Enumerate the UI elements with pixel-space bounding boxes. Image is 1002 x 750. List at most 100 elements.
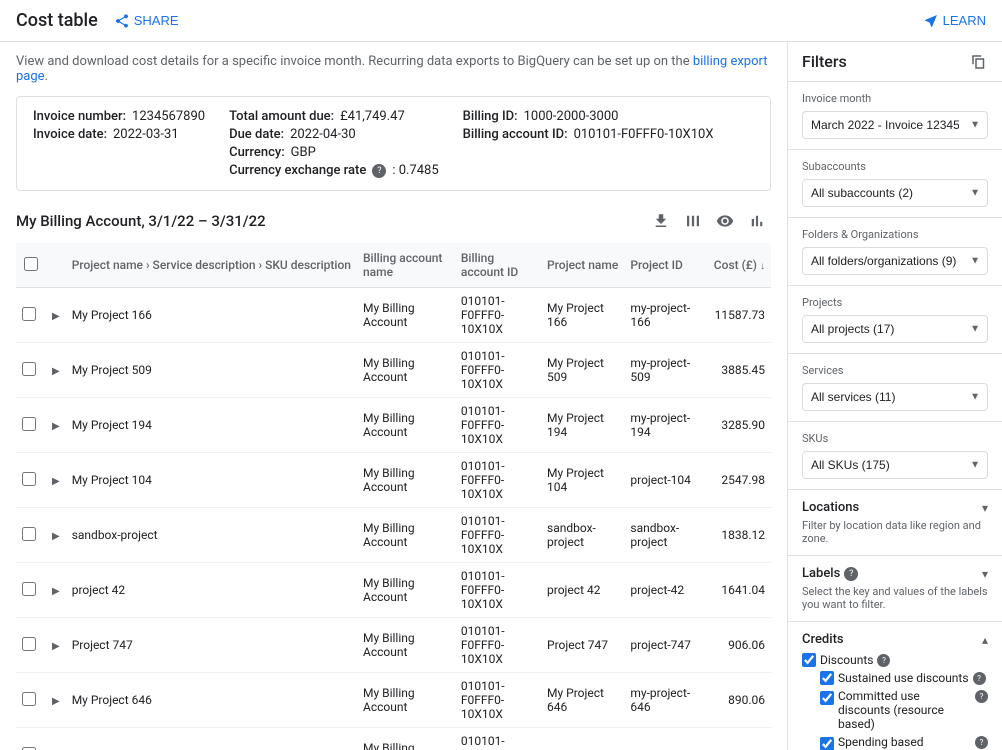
subaccounts-select[interactable]: All subaccounts (2) — [802, 179, 988, 207]
currency-label: Currency: — [229, 145, 285, 160]
committed-use-label: Committed use discounts (resource based) — [838, 689, 971, 731]
collapse-panel-icon — [970, 53, 988, 71]
invoice-col-2: Total amount due: £41,749.47 Due date: 2… — [229, 109, 439, 178]
rate-value: : 0.7485 — [392, 163, 438, 178]
spending-based-help-icon[interactable]: ? — [975, 736, 988, 749]
committed-use-row: Committed use discounts (resource based)… — [820, 689, 988, 731]
row-checkbox-cell — [16, 673, 46, 728]
invoice-month-select[interactable]: March 2022 - Invoice 1234567890 — [802, 111, 988, 139]
row-expand-cell: ▶ — [46, 618, 66, 673]
share-button[interactable]: SHARE — [114, 13, 179, 29]
row-checkbox[interactable] — [22, 472, 36, 486]
rate-help-icon[interactable]: ? — [372, 164, 386, 178]
discounts-help-icon[interactable]: ? — [877, 654, 890, 667]
row-billing-account-name: My Billing Account — [357, 563, 455, 618]
row-project-id: project-747 — [624, 618, 707, 673]
due-date-value: 2022-04-30 — [290, 127, 356, 142]
locations-desc: Filter by location data like region and … — [802, 519, 988, 545]
table-row: ▶ Project 747 My Billing Account 010101-… — [16, 618, 771, 673]
expand-arrow-icon[interactable]: ▶ — [52, 531, 60, 542]
credits-label: Credits — [802, 632, 844, 647]
row-checkbox[interactable] — [22, 582, 36, 596]
row-checkbox[interactable] — [22, 692, 36, 706]
invoice-date-label: Invoice date: — [33, 127, 107, 142]
committed-use-checkbox[interactable] — [820, 691, 834, 705]
col-project-name: Project name — [541, 243, 624, 288]
col-billing-account-name: Billing account name — [357, 243, 455, 288]
data-table: Project name › Service description › SKU… — [16, 243, 771, 750]
row-project-name: project 42 — [541, 563, 624, 618]
row-expand-cell: ▶ — [46, 398, 66, 453]
services-filter: Services All services (11) ▼ — [788, 354, 1002, 422]
filters-collapse-button[interactable] — [970, 53, 988, 71]
row-project-name: dev project — [541, 728, 624, 750]
invoice-number-value: 1234567890 — [132, 109, 205, 124]
chart-icon — [748, 212, 766, 230]
locations-collapse-button[interactable]: ▾ — [982, 501, 988, 515]
sustained-use-checkbox[interactable] — [820, 671, 834, 685]
page-title: Cost table — [16, 10, 98, 31]
labels-help-icon[interactable]: ? — [844, 567, 858, 581]
services-select[interactable]: All services (11) — [802, 383, 988, 411]
row-project-id: my-project-646 — [624, 673, 707, 728]
row-billing-account-id: 010101-F0FFF0-10X10X — [455, 563, 541, 618]
spending-based-label: Spending based discounts (contractual) — [838, 735, 971, 750]
total-amount-value: £41,749.47 — [340, 109, 405, 124]
row-cost: 2547.98 — [708, 453, 771, 508]
rate-label: Currency exchange rate — [229, 163, 366, 178]
row-cost: 3885.45 — [708, 343, 771, 398]
chart-button[interactable] — [743, 207, 771, 235]
expand-arrow-icon[interactable]: ▶ — [52, 366, 60, 377]
expand-arrow-icon[interactable]: ▶ — [52, 311, 60, 322]
select-all-checkbox[interactable] — [24, 257, 38, 271]
committed-use-help-icon[interactable]: ? — [975, 690, 988, 703]
table-header-row: Project name › Service description › SKU… — [16, 243, 771, 288]
learn-button[interactable]: LEARN — [923, 13, 986, 29]
row-checkbox[interactable] — [22, 527, 36, 541]
spending-based-checkbox[interactable] — [820, 737, 834, 750]
filters-title: Filters — [802, 52, 847, 71]
row-checkbox[interactable] — [22, 747, 36, 750]
table-row: ▶ My Project 166 My Billing Account 0101… — [16, 288, 771, 343]
sustained-use-label: Sustained use discounts — [838, 671, 969, 685]
row-checkbox[interactable] — [22, 417, 36, 431]
table-row: ▶ sandbox-project My Billing Account 010… — [16, 508, 771, 563]
row-checkbox[interactable] — [22, 637, 36, 651]
discounts-checkbox[interactable] — [802, 653, 816, 667]
row-billing-account-name: My Billing Account — [357, 343, 455, 398]
credits-collapse-button[interactable]: ▴ — [982, 633, 988, 647]
skus-filter: SKUs All SKUs (175) ▼ — [788, 422, 1002, 490]
expand-arrow-icon[interactable]: ▶ — [52, 696, 60, 707]
billing-account-id-label: Billing account ID: — [463, 127, 568, 142]
row-project-name: sandbox-project — [541, 508, 624, 563]
row-checkbox-cell — [16, 288, 46, 343]
projects-select[interactable]: All projects (17) — [802, 315, 988, 343]
table-row: ▶ My Project 509 My Billing Account 0101… — [16, 343, 771, 398]
table-title: My Billing Account, 3/1/22 – 3/31/22 — [16, 212, 266, 230]
currency-value: GBP — [291, 145, 316, 160]
row-project-id: my-project-509 — [624, 343, 707, 398]
sustained-use-help-icon[interactable]: ? — [973, 672, 986, 685]
expand-arrow-icon[interactable]: ▶ — [52, 421, 60, 432]
row-cost: 906.06 — [708, 618, 771, 673]
row-checkbox[interactable] — [22, 362, 36, 376]
expand-arrow-icon[interactable]: ▶ — [52, 641, 60, 652]
folders-select[interactable]: All folders/organizations (9) — [802, 247, 988, 275]
expand-arrow-icon[interactable]: ▶ — [52, 476, 60, 487]
download-icon — [652, 212, 670, 230]
row-project-id: project-104 — [624, 453, 707, 508]
download-button[interactable] — [647, 207, 675, 235]
visibility-button[interactable] — [711, 207, 739, 235]
skus-select[interactable]: All SKUs (175) — [802, 451, 988, 479]
labels-collapse-button[interactable]: ▾ — [982, 567, 988, 581]
row-checkbox[interactable] — [22, 307, 36, 321]
visibility-icon — [716, 212, 734, 230]
row-expand-cell: ▶ — [46, 508, 66, 563]
row-expand-cell: ▶ — [46, 453, 66, 508]
billing-id-label: Billing ID: — [463, 109, 518, 124]
select-all-header — [16, 243, 46, 288]
description-text: View and download cost details for a spe… — [16, 54, 771, 84]
expand-arrow-icon[interactable]: ▶ — [52, 586, 60, 597]
labels-desc: Select the key and values of the labels … — [802, 585, 988, 611]
columns-button[interactable] — [679, 207, 707, 235]
